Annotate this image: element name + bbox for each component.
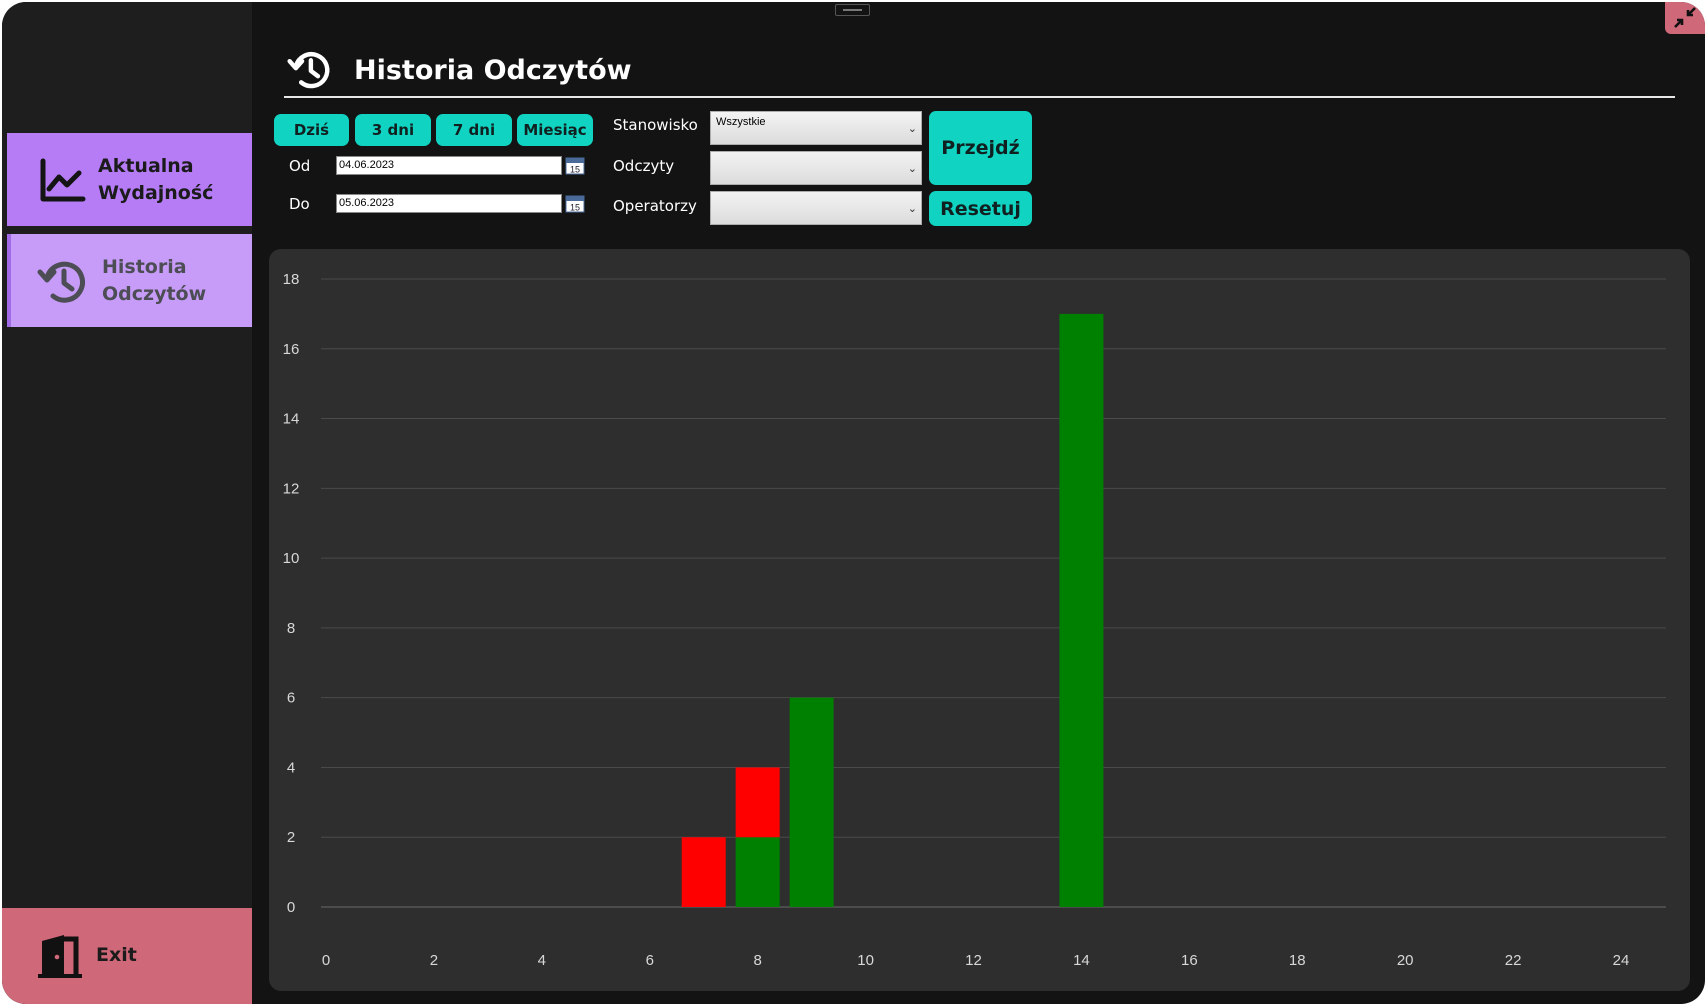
odczyty-label: Odczyty: [613, 157, 675, 175]
operatorzy-label: Operatorzy: [613, 197, 697, 215]
range-month-button[interactable]: Miesiąc: [517, 114, 593, 146]
collapse-arrows-icon: [1674, 7, 1696, 28]
calendar-icon[interactable]: 15: [565, 156, 585, 175]
x-tick-label: 24: [1613, 952, 1630, 969]
do-date-input[interactable]: 05.06.2023: [336, 194, 562, 213]
chevron-down-icon: ⌄: [907, 203, 917, 215]
svg-text:15: 15: [570, 203, 580, 213]
sidebar: Aktualna Wydajność Historia Odczytów Exi…: [2, 2, 252, 1004]
app-window: Aktualna Wydajność Historia Odczytów Exi…: [2, 2, 1705, 1004]
bar-chart: 0246810121416180 2 4 6 8 10 12 14 16 18 20 22 24: [283, 271, 1666, 969]
exit-label: Exit: [96, 944, 137, 966]
sidebar-item-aktualna-wydajnosc[interactable]: Aktualna Wydajność: [7, 133, 252, 226]
y-tick-label: 18: [283, 271, 300, 288]
chevron-down-icon: ⌄: [907, 163, 917, 175]
go-button[interactable]: Przejdź: [929, 111, 1032, 185]
x-tick-label: 10: [857, 952, 874, 969]
stanowisko-value: Wszystkie: [716, 116, 766, 128]
bar: [681, 837, 726, 907]
stanowisko-select[interactable]: Wszystkie ⌄: [710, 111, 922, 145]
y-tick-label: 10: [283, 550, 300, 567]
chart-panel: 0 2 4 6 8 10 12 14 16 18 0 2 4 6 8 10 12 14 16 18 20 22 24: [269, 249, 1690, 991]
x-tick-label: 0: [322, 952, 330, 969]
door-exit-icon: [38, 935, 82, 978]
x-tick-label: 12: [965, 952, 982, 969]
y-tick-label: 14: [283, 411, 300, 428]
minimize-button[interactable]: [1665, 2, 1705, 34]
od-label: Od: [289, 157, 311, 175]
bar: [1059, 313, 1104, 907]
odczyty-select[interactable]: ⌄: [710, 151, 922, 185]
operatorzy-select[interactable]: ⌄: [710, 191, 922, 225]
chevron-down-icon: ⌄: [907, 123, 917, 135]
x-tick-label: 22: [1505, 952, 1522, 969]
y-tick-label: 16: [283, 341, 300, 358]
x-tick-label: 16: [1181, 952, 1198, 969]
reset-button[interactable]: Resetuj: [929, 191, 1032, 226]
x-tick-label: 4: [538, 952, 546, 969]
history-icon: [287, 52, 330, 89]
x-tick-label: 6: [646, 952, 654, 969]
range-3-days-button[interactable]: 3 dni: [355, 114, 431, 146]
sidebar-item-label: Historia Odczytów: [102, 256, 207, 305]
chart-line-icon: [40, 158, 86, 202]
range-7-days-button[interactable]: 7 dni: [436, 114, 512, 146]
bar: [735, 767, 780, 838]
x-tick-label: 20: [1397, 952, 1414, 969]
y-tick-label: 8: [287, 620, 295, 637]
x-tick-label: 18: [1289, 952, 1306, 969]
bar: [735, 837, 780, 907]
y-tick-label: 2: [287, 829, 295, 846]
y-tick-label: 0: [287, 899, 295, 916]
stanowisko-label: Stanowisko: [613, 116, 698, 134]
od-date-input[interactable]: 04.06.2023: [336, 156, 562, 175]
svg-text:15: 15: [570, 165, 580, 175]
drag-handle[interactable]: [835, 4, 870, 16]
exit-button[interactable]: Exit: [2, 908, 252, 1004]
do-label: Do: [289, 195, 310, 213]
bar: [789, 697, 834, 907]
sidebar-item-label: Aktualna Wydajność: [98, 155, 214, 204]
history-icon: [37, 261, 85, 303]
range-today-button[interactable]: Dziś: [274, 114, 349, 146]
x-tick-label: 8: [753, 952, 761, 969]
header-divider: [284, 96, 1675, 98]
sidebar-item-historia-odczytow[interactable]: Historia Odczytów: [7, 234, 252, 327]
x-tick-label: 14: [1073, 952, 1090, 969]
y-tick-label: 4: [287, 759, 295, 776]
y-tick-label: 12: [283, 480, 300, 497]
y-tick-label: 6: [287, 690, 295, 707]
x-tick-label: 2: [430, 952, 438, 969]
calendar-icon[interactable]: 15: [565, 194, 585, 213]
page-title: Historia Odczytów: [354, 55, 632, 86]
